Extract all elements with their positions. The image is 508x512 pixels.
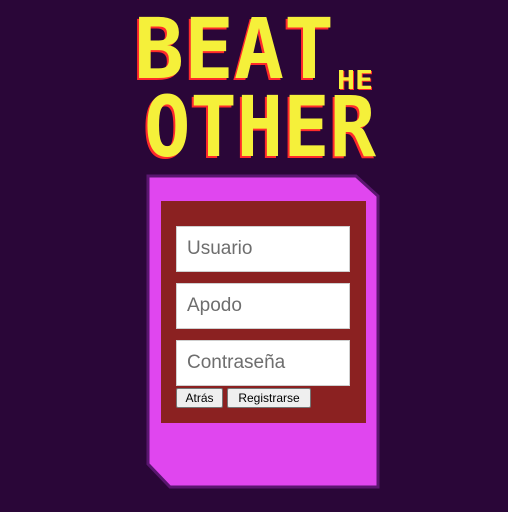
register-button[interactable]: Registrarse (227, 388, 311, 408)
username-input[interactable] (176, 226, 350, 272)
form-panel: Atrás Registrarse (161, 201, 366, 423)
login-card: Atrás Registrarse (146, 174, 380, 489)
game-logo: BEAT OTHER BEAT HE HE OTHER (120, 10, 390, 170)
back-button[interactable]: Atrás (176, 388, 223, 408)
logo-graphic: BEAT OTHER BEAT HE HE OTHER (132, 10, 376, 170)
password-input[interactable] (176, 340, 350, 386)
logo-line2: OTHER (144, 78, 376, 170)
nickname-input[interactable] (176, 283, 350, 329)
